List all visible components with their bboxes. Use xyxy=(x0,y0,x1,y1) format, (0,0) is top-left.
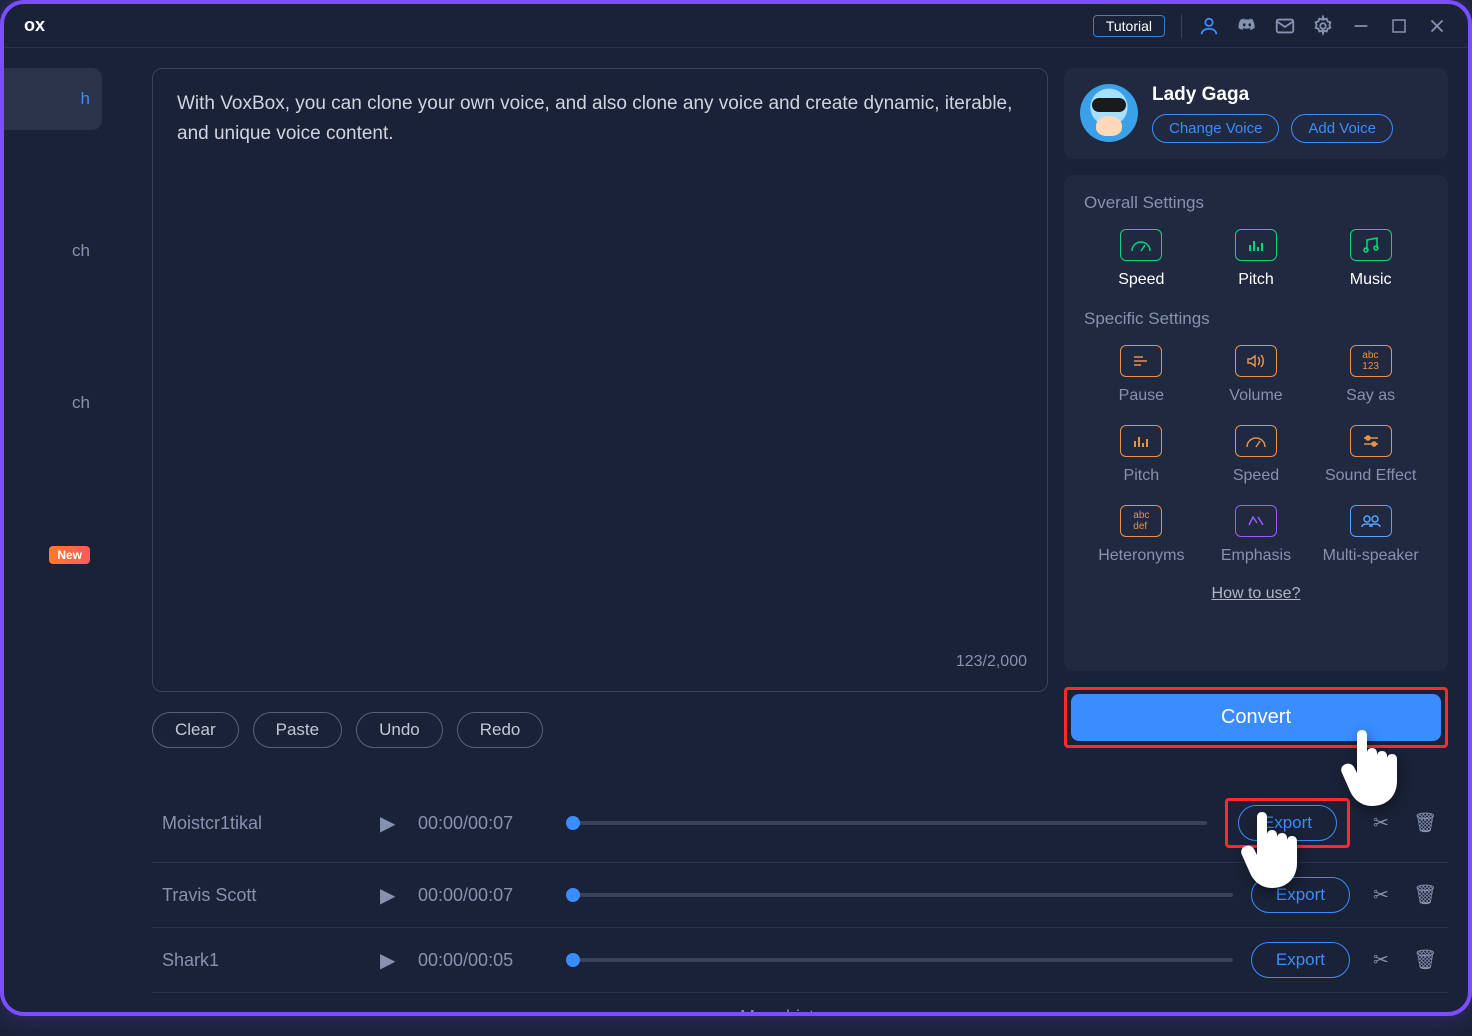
speed2-icon xyxy=(1235,425,1277,457)
export-highlight: Export xyxy=(1225,798,1350,848)
track-row: Moistcr1tikal ▶ 00:00/00:07 Export ✂ 🗑 xyxy=(152,784,1448,863)
specific-settings-label: Specific Settings xyxy=(1084,309,1428,329)
setting-speed[interactable]: Speed xyxy=(1091,229,1191,289)
emphasis-icon xyxy=(1235,505,1277,537)
settings-panel: Overall Settings Speed Pitch xyxy=(1064,175,1448,671)
convert-highlight: Convert xyxy=(1064,687,1448,748)
voice-name: Lady Gaga xyxy=(1152,84,1432,106)
setting-soundeffect[interactable]: Sound Effect xyxy=(1321,425,1421,485)
track-slider[interactable] xyxy=(566,958,1233,962)
pitch2-icon xyxy=(1120,425,1162,457)
setting-pitch2[interactable]: Pitch xyxy=(1091,425,1191,485)
undo-button[interactable]: Undo xyxy=(356,712,443,748)
new-badge: New xyxy=(49,546,90,564)
trash-icon[interactable]: 🗑 xyxy=(1412,948,1438,972)
sidebar-item-2[interactable]: ch xyxy=(4,372,102,434)
soundeffect-icon xyxy=(1350,425,1392,457)
setting-pause[interactable]: Pause xyxy=(1091,345,1191,405)
setting-music[interactable]: Music xyxy=(1321,229,1421,289)
scissors-icon[interactable]: ✂ xyxy=(1368,949,1394,972)
export-button[interactable]: Export xyxy=(1251,877,1350,913)
text-editor[interactable]: With VoxBox, you can clone your own voic… xyxy=(152,68,1048,692)
add-voice-button[interactable]: Add Voice xyxy=(1291,114,1393,143)
track-time: 00:00/00:05 xyxy=(418,950,548,971)
setting-multispeaker[interactable]: Multi-speaker xyxy=(1321,505,1421,565)
export-button[interactable]: Export xyxy=(1238,805,1337,841)
trash-icon[interactable]: 🗑 xyxy=(1412,883,1438,907)
avatar xyxy=(1080,84,1138,142)
scissors-icon[interactable]: ✂ xyxy=(1368,884,1394,907)
volume-icon xyxy=(1235,345,1277,377)
overall-settings-label: Overall Settings xyxy=(1084,193,1428,213)
play-icon[interactable]: ▶ xyxy=(380,948,400,973)
track-time: 00:00/00:07 xyxy=(418,813,548,834)
heteronyms-icon: abcdef xyxy=(1120,505,1162,537)
track-name: Moistcr1tikal xyxy=(162,813,362,834)
close-icon[interactable] xyxy=(1426,15,1448,37)
more-history-link[interactable]: More history>> xyxy=(152,993,1448,1016)
gear-icon[interactable] xyxy=(1312,15,1334,37)
trash-icon[interactable]: 🗑 xyxy=(1412,811,1438,835)
track-name: Shark1 xyxy=(162,950,362,971)
music-icon xyxy=(1350,229,1392,261)
setting-volume[interactable]: Volume xyxy=(1206,345,1306,405)
sidebar-item-new[interactable]: New xyxy=(4,524,102,586)
track-slider[interactable] xyxy=(566,893,1233,897)
track-row: Shark1 ▶ 00:00/00:05 Export ✂ 🗑 xyxy=(152,928,1448,993)
sayas-icon: abc123 xyxy=(1350,345,1392,377)
char-count: 123/2,000 xyxy=(956,649,1027,675)
how-to-use-link[interactable]: How to use? xyxy=(1084,585,1428,603)
setting-heteronyms[interactable]: abcdef Heteronyms xyxy=(1091,505,1191,565)
paste-button[interactable]: Paste xyxy=(253,712,342,748)
setting-sayas[interactable]: abc123 Say as xyxy=(1321,345,1421,405)
setting-emphasis[interactable]: Emphasis xyxy=(1206,505,1306,565)
track-row: Travis Scott ▶ 00:00/00:07 Export ✂ 🗑 xyxy=(152,863,1448,928)
scissors-icon[interactable]: ✂ xyxy=(1368,812,1394,835)
track-slider[interactable] xyxy=(566,821,1207,825)
convert-button[interactable]: Convert xyxy=(1071,694,1441,741)
divider xyxy=(1181,14,1182,38)
mail-icon[interactable] xyxy=(1274,15,1296,37)
clear-button[interactable]: Clear xyxy=(152,712,239,748)
setting-speed2[interactable]: Speed xyxy=(1206,425,1306,485)
app-title: ox xyxy=(24,15,45,36)
redo-button[interactable]: Redo xyxy=(457,712,544,748)
maximize-icon[interactable] xyxy=(1388,15,1410,37)
multispeaker-icon xyxy=(1350,505,1392,537)
minimize-icon[interactable] xyxy=(1350,15,1372,37)
track-name: Travis Scott xyxy=(162,885,362,906)
export-button[interactable]: Export xyxy=(1251,942,1350,978)
editor-text: With VoxBox, you can clone your own voic… xyxy=(177,89,1023,150)
track-time: 00:00/00:07 xyxy=(418,885,548,906)
sidebar-item-0[interactable]: h xyxy=(4,68,102,130)
titlebar: ox Tutorial xyxy=(4,4,1468,48)
tutorial-button[interactable]: Tutorial xyxy=(1093,15,1165,37)
sidebar: h ch ch New xyxy=(4,48,102,1012)
setting-pitch[interactable]: Pitch xyxy=(1206,229,1306,289)
play-icon[interactable]: ▶ xyxy=(380,811,400,836)
tracks-list: Moistcr1tikal ▶ 00:00/00:07 Export ✂ 🗑 T… xyxy=(152,784,1448,1016)
sidebar-item-1[interactable]: ch xyxy=(4,220,102,282)
pitch-icon xyxy=(1235,229,1277,261)
speed-icon xyxy=(1120,229,1162,261)
play-icon[interactable]: ▶ xyxy=(380,883,400,908)
discord-icon[interactable] xyxy=(1236,15,1258,37)
voice-card: Lady Gaga Change Voice Add Voice xyxy=(1064,68,1448,159)
user-icon[interactable] xyxy=(1198,15,1220,37)
pause-icon xyxy=(1120,345,1162,377)
change-voice-button[interactable]: Change Voice xyxy=(1152,114,1279,143)
